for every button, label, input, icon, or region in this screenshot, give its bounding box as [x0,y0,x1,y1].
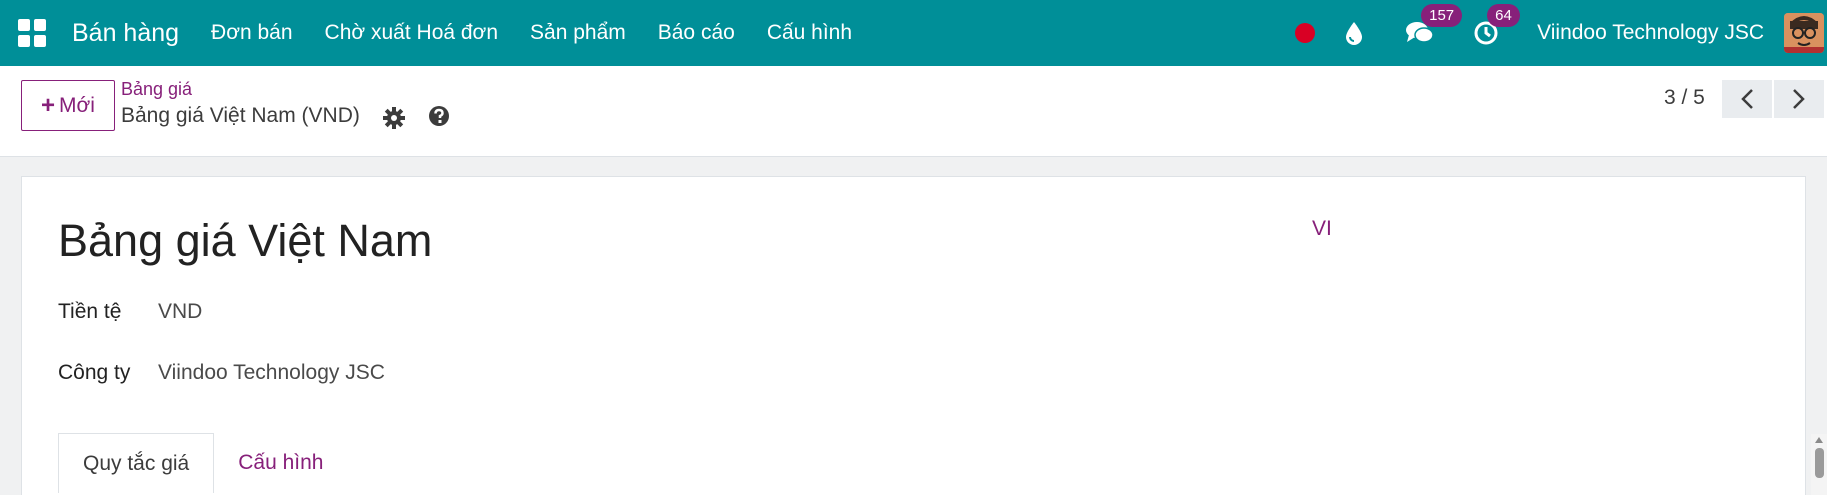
pricelist-name-field[interactable]: Bảng giá Việt Nam [58,215,432,267]
avatar[interactable] [1784,13,1824,53]
gear-icon[interactable] [382,106,406,130]
breadcrumb[interactable]: Bảng giá [121,79,192,100]
plus-icon: + [41,91,56,119]
record-title: Bảng giá Việt Nam (VND) [121,104,360,127]
scrollbar-thumb[interactable] [1815,448,1824,478]
form-sheet: Bảng giá Việt Nam VI Tiền tệ VND Công ty… [21,176,1806,495]
chevron-right-icon [1793,89,1805,109]
main-menu: Đơn bán Chờ xuất Hoá đơn Sản phẩm Báo cá… [195,21,868,45]
record-dot-icon[interactable] [1295,23,1316,43]
notebook-tabs: Quy tắc giá Cấu hình [58,433,347,493]
new-button[interactable]: + Mới [21,80,115,131]
tab-price-rules[interactable]: Quy tắc giá [58,433,215,493]
menu-item-orders[interactable]: Đơn bán [195,21,309,45]
top-navbar: Bán hàng Đơn bán Chờ xuất Hoá đơn Sản ph… [0,0,1827,66]
navbar-systray: 157 64 Viindoo Technology JSC [1295,0,1827,66]
scroll-up-icon[interactable] [1815,437,1823,443]
tab-configuration[interactable]: Cấu hình [214,433,347,493]
chat-icon[interactable]: 157 [1405,4,1463,48]
app-title[interactable]: Bán hàng [72,19,179,48]
activities-count-badge: 64 [1487,4,1520,27]
menu-item-products[interactable]: Sản phẩm [514,21,642,45]
pager-next-button[interactable] [1774,80,1824,118]
apps-grid-icon[interactable] [18,19,46,47]
language-button[interactable]: VI [1312,217,1332,241]
clock-icon[interactable]: 64 [1471,4,1520,48]
pager-previous-button[interactable] [1722,80,1772,118]
water-drop-icon[interactable] [1339,18,1369,48]
menu-item-reporting[interactable]: Báo cáo [642,21,751,45]
pager-value[interactable]: 3 / 5 [1664,86,1705,110]
new-button-label: Mới [59,93,95,117]
company-label: Công ty [58,361,131,384]
company-field[interactable]: Viindoo Technology JSC [158,361,385,385]
menu-item-to-invoice[interactable]: Chờ xuất Hoá đơn [309,21,514,45]
scrollbar[interactable] [1811,434,1827,495]
messages-count-badge: 157 [1421,4,1463,27]
question-circle-icon[interactable] [427,104,451,128]
menu-item-configuration[interactable]: Cấu hình [751,21,868,45]
company-switcher[interactable]: Viindoo Technology JSC [1537,21,1764,45]
control-panel: + Mới Bảng giá Bảng giá Việt Nam (VND) 3… [0,66,1827,157]
currency-field[interactable]: VND [158,300,202,324]
currency-label: Tiền tệ [58,300,122,323]
chevron-left-icon [1741,89,1753,109]
